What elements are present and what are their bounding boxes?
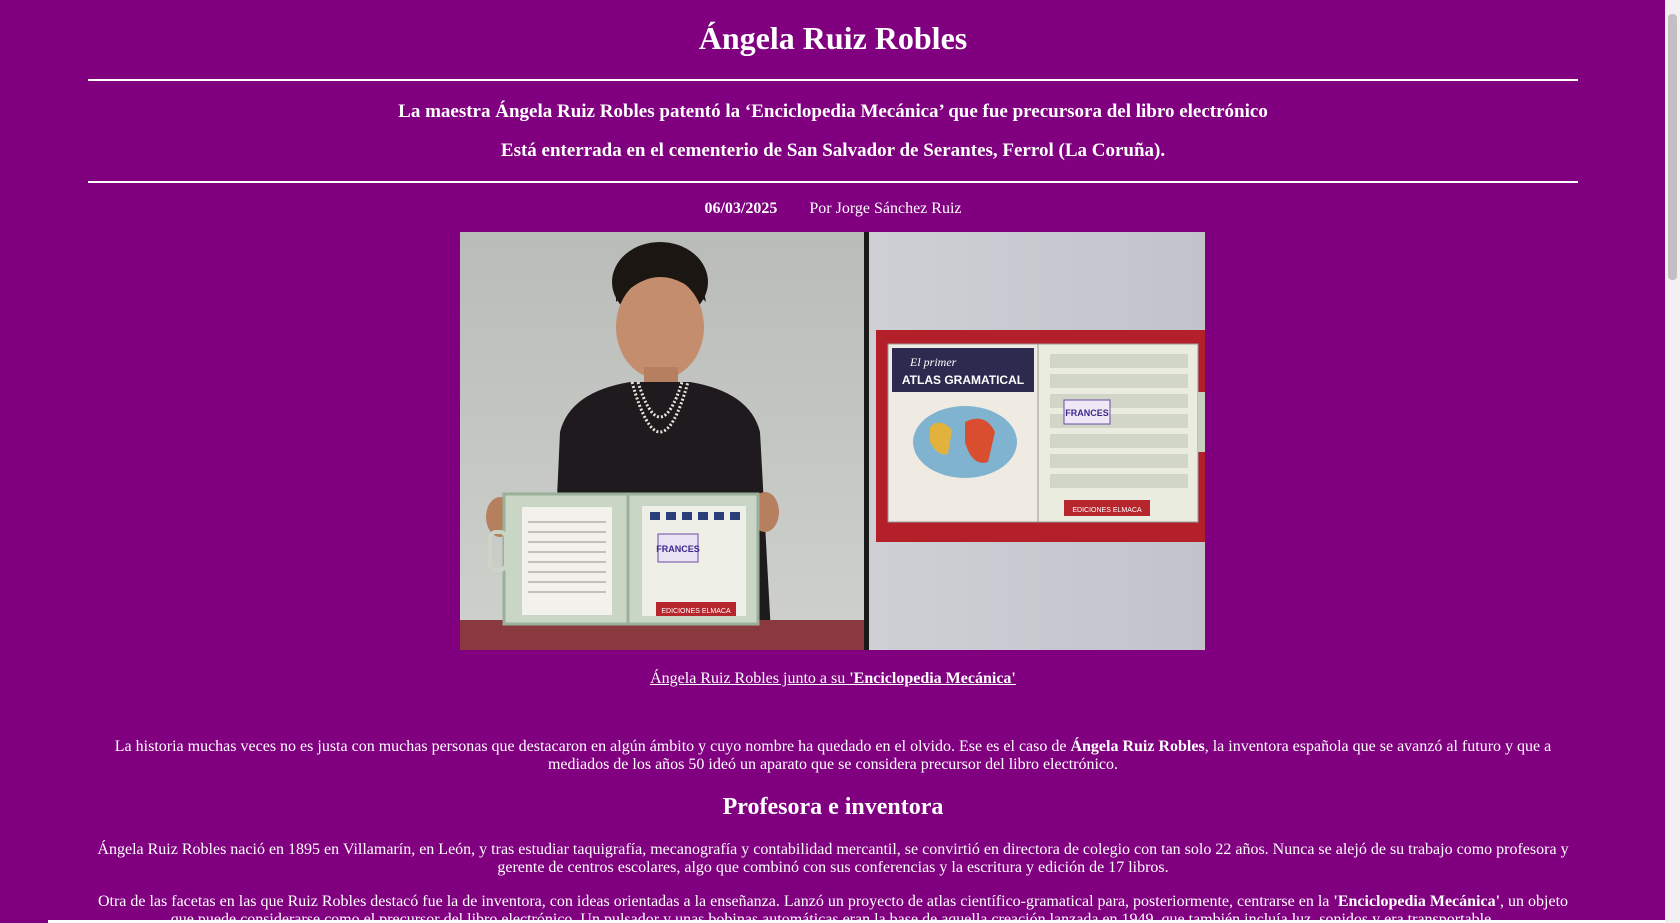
caption-bold-text[interactable]: 'Enciclopedia Mecánica' — [849, 670, 1016, 687]
scrollbar-thumb[interactable] — [1668, 14, 1677, 280]
right-cover-script: El primer — [909, 355, 957, 369]
left-encyclopedia-case: FRANCES EDICIONES ELMACA — [488, 492, 760, 626]
inventor-text-a: Otra de las facetas en las que Ruiz Robl… — [97, 893, 1334, 910]
left-case-brand: EDICIONES ELMACA — [661, 608, 731, 615]
article-photo: FRANCES EDICIONES ELMACA El primer ATLAS… — [460, 232, 1205, 650]
figure-caption[interactable]: Ángela Ruiz Robles junto a su 'Enciclope… — [88, 669, 1578, 689]
section-heading: Profesora e inventora — [722, 794, 944, 820]
caption-link[interactable]: Ángela Ruiz Robles junto a su 'Enciclope… — [650, 670, 1016, 687]
article: Ángela Ruiz Robles La maestra Ángela Rui… — [88, 0, 1578, 923]
photo-illustration: FRANCES EDICIONES ELMACA El primer ATLAS… — [460, 232, 1205, 650]
subtitle-secondary: Está enterrada en el cementerio de San S… — [500, 140, 1166, 161]
author-byline: Por Jorge Sánchez Ruiz — [809, 200, 962, 217]
publish-date: 06/03/2025 — [704, 200, 778, 217]
intro-text-a: La historia muchas veces no es justa con… — [114, 738, 1071, 755]
page: Ángela Ruiz Robles La maestra Ángela Rui… — [0, 0, 1680, 923]
intro-paragraph: La historia muchas veces no es justa con… — [88, 738, 1578, 774]
right-encyclopedia-case: El primer ATLAS GRAMATICAL FRANCES EDICI… — [887, 343, 1205, 523]
left-case-label: FRANCES — [656, 544, 700, 554]
subtitle-primary: La maestra Ángela Ruiz Robles patentó la… — [398, 101, 1268, 122]
right-case-brand: EDICIONES ELMACA — [1072, 507, 1142, 514]
inventor-text-bold: 'Enciclopedia Mecánica' — [1333, 893, 1501, 910]
photo-divider — [864, 232, 869, 650]
caption-text[interactable]: Ángela Ruiz Robles junto a su — [650, 670, 849, 687]
article-meta: 06/03/2025 Por Jorge Sánchez Ruiz — [88, 183, 1578, 223]
vertical-scrollbar[interactable] — [1665, 0, 1680, 923]
right-cover-title: ATLAS GRAMATICAL — [902, 373, 1024, 387]
intro-text-bold: Ángela Ruiz Robles — [1070, 738, 1205, 755]
bio-paragraph: Ángela Ruiz Robles nació en 1895 en Vill… — [97, 841, 1569, 876]
page-title: Ángela Ruiz Robles — [698, 20, 968, 56]
right-case-label: FRANCES — [1065, 408, 1109, 418]
inventor-paragraph: Otra de las facetas en las que Ruiz Robl… — [88, 893, 1578, 923]
